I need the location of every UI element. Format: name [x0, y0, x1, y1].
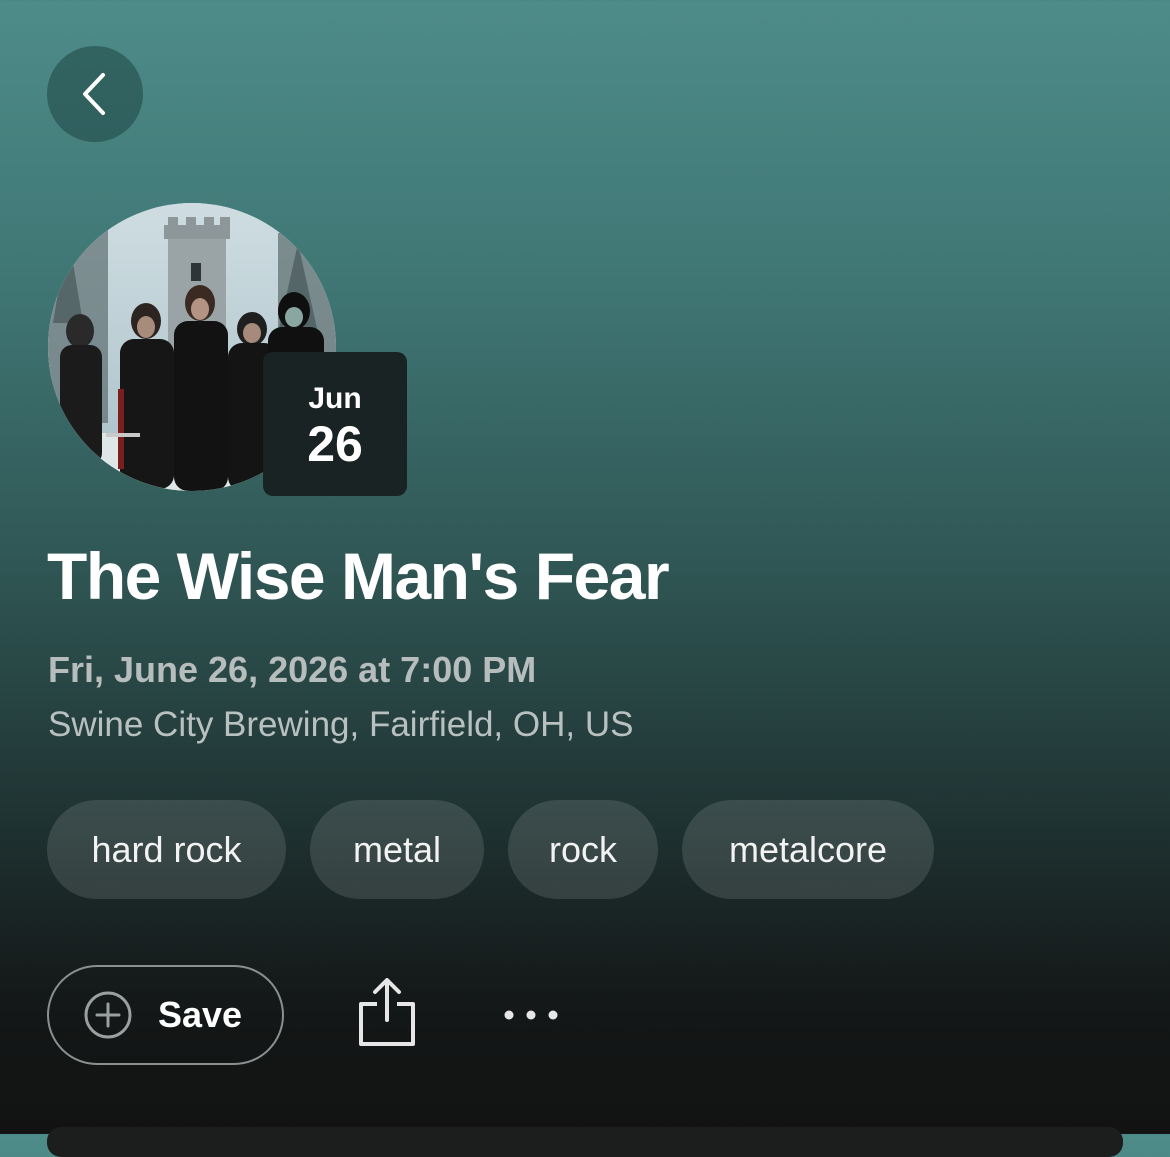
event-venue[interactable]: Swine City Brewing, Fairfield, OH, US — [48, 703, 633, 747]
save-button[interactable]: Save — [47, 965, 284, 1065]
date-month: Jun — [308, 382, 362, 415]
next-section-card — [47, 1127, 1123, 1157]
share-icon — [359, 978, 415, 1046]
event-title: The Wise Man's Fear — [47, 539, 670, 613]
more-horizontal-icon — [504, 1010, 558, 1020]
plus-circle-icon — [84, 991, 132, 1039]
date-day: 26 — [307, 416, 363, 472]
tag-chip-hard-rock[interactable]: hard rock — [47, 800, 286, 899]
more-options-button[interactable] — [496, 995, 566, 1035]
share-button[interactable] — [356, 978, 418, 1050]
event-datetime: Fri, June 26, 2026 at 7:00 PM — [48, 649, 537, 690]
back-button[interactable] — [47, 46, 143, 142]
save-button-label: Save — [158, 994, 243, 1035]
chevron-left-icon — [83, 73, 105, 115]
tag-chip-rock[interactable]: rock — [508, 800, 658, 899]
tag-chip-metalcore[interactable]: metalcore — [682, 800, 934, 899]
date-badge: Jun 26 — [263, 352, 407, 496]
tag-chip-metal[interactable]: metal — [310, 800, 484, 899]
